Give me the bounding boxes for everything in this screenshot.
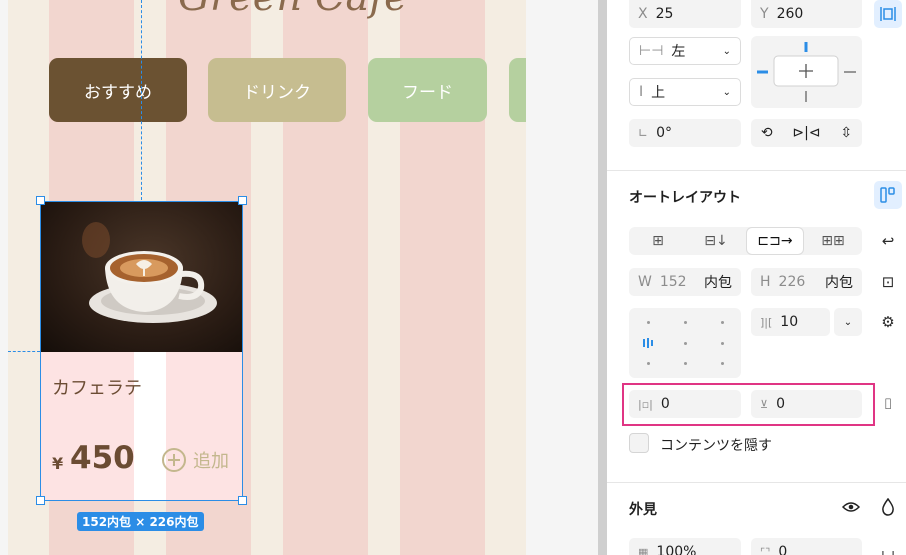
coffee-photo xyxy=(41,202,242,352)
layout-direction-segmented: ⊞ ⊟↓ ⊏⊐→ ⊞⊞ xyxy=(629,227,862,255)
gap-icon: ]|[ xyxy=(760,315,773,329)
width-mode[interactable]: 内包 xyxy=(704,272,732,292)
individual-corners-icon[interactable]: ⌞⌟ xyxy=(874,536,902,555)
resize-handle-top-right[interactable] xyxy=(238,196,247,205)
category-drink[interactable]: ドリンク xyxy=(208,58,346,122)
angle-icon: ∟ xyxy=(638,126,649,140)
vertical-constraint-icon: I xyxy=(639,84,644,100)
layout-free-icon[interactable]: ⊞ xyxy=(629,227,687,255)
align-dot[interactable] xyxy=(647,362,650,365)
drop-icon[interactable] xyxy=(874,493,902,521)
horizontal-constraint-select[interactable]: ⊢⊣ 左 ⌄ xyxy=(629,37,741,65)
height-label: H xyxy=(760,274,771,290)
editor-window: Green Cafe おすすめ ドリンク フード xyxy=(0,0,906,555)
rotate-icon[interactable]: ⟲ xyxy=(761,125,773,141)
resize-handle-bottom-left[interactable] xyxy=(36,496,45,505)
chevron-down-icon: ⌄ xyxy=(722,45,731,57)
constraint-widget[interactable] xyxy=(751,36,862,108)
add-to-cart-button[interactable]: 追加 xyxy=(161,447,229,473)
category-recommended[interactable]: おすすめ xyxy=(49,58,187,122)
align-left-center-active-icon[interactable] xyxy=(642,337,656,349)
width-label: W xyxy=(638,274,652,290)
horizontal-constraint-icon: ⊢⊣ xyxy=(639,43,664,59)
x-position-field[interactable]: X 25 xyxy=(629,0,741,28)
align-dot[interactable] xyxy=(647,321,650,324)
spacing-guide-horizontal xyxy=(8,351,40,352)
flip-horizontal-icon[interactable]: ⊳|⊲ xyxy=(792,125,820,141)
product-price: 450 xyxy=(70,440,135,476)
auto-layout-toggle-icon[interactable] xyxy=(874,181,902,209)
x-value: 25 xyxy=(655,6,674,22)
y-value: 260 xyxy=(776,6,804,22)
gap-field[interactable]: ]|[ 10 xyxy=(751,308,830,336)
brand-logo-text: Green Cafe xyxy=(178,0,408,20)
align-dot[interactable] xyxy=(721,342,724,345)
resize-handle-bottom-right[interactable] xyxy=(238,496,247,505)
appearance-title: 外見 xyxy=(629,502,657,518)
wrap-icon[interactable]: ↩ xyxy=(874,227,902,255)
gap-mode-dropdown[interactable]: ⌄ xyxy=(834,308,862,336)
constraint-diagram-icon xyxy=(757,42,856,102)
spacing-guide-vertical xyxy=(141,0,142,200)
corner-radius-field[interactable]: ⌜⌝ 0 xyxy=(751,538,862,555)
gap-value: 10 xyxy=(780,314,799,330)
clip-content-checkbox[interactable] xyxy=(629,433,649,453)
position-lock-icon[interactable] xyxy=(874,0,902,28)
layout-vertical-icon[interactable]: ⊟↓ xyxy=(687,227,745,255)
y-label: Y xyxy=(760,6,769,22)
height-field[interactable]: H 226 内包 xyxy=(751,268,862,296)
width-field[interactable]: W 152 内包 xyxy=(629,268,741,296)
chevron-down-icon: ⌄ xyxy=(843,316,853,328)
resize-to-fit-icon[interactable]: ⊡ xyxy=(874,268,902,296)
height-value: 226 xyxy=(778,274,806,290)
product-card[interactable]: カフェラテ ¥ 450 追加 xyxy=(40,201,243,501)
align-dot[interactable] xyxy=(684,321,687,324)
align-dot[interactable] xyxy=(684,362,687,365)
rotation-field[interactable]: ∟ 0° xyxy=(629,119,741,147)
transform-buttons: ⟲ ⊳|⊲ ⇳ xyxy=(751,119,862,147)
section-divider xyxy=(607,170,906,171)
auto-layout-title: オートレイアウト xyxy=(629,190,741,206)
alignment-grid[interactable] xyxy=(629,308,741,378)
width-value: 152 xyxy=(659,274,687,290)
layout-settings-icon[interactable]: ⚙ xyxy=(874,308,902,336)
category-partial[interactable] xyxy=(509,58,526,122)
y-position-field[interactable]: Y 260 xyxy=(751,0,862,28)
product-name: カフェラテ xyxy=(52,378,142,399)
plus-circle-icon xyxy=(162,448,186,472)
design-canvas[interactable]: Green Cafe おすすめ ドリンク フード xyxy=(0,0,598,555)
selection-size-badge: 152内包 × 226内包 xyxy=(77,512,204,531)
align-dot[interactable] xyxy=(721,362,724,365)
vertical-constraint-select[interactable]: I 上 ⌄ xyxy=(629,78,741,106)
opacity-field[interactable]: ▦ 100% xyxy=(629,538,741,555)
panel-splitter[interactable] xyxy=(598,0,607,555)
corner-radius-value: 0 xyxy=(778,544,788,555)
add-label: 追加 xyxy=(193,451,229,472)
section-divider xyxy=(607,482,906,483)
vertical-constraint-value: 上 xyxy=(651,85,666,101)
individual-padding-icon[interactable]: ⌷ xyxy=(874,390,902,418)
padding-highlight-box xyxy=(622,383,875,426)
chevron-down-icon: ⌄ xyxy=(722,86,731,98)
corner-radius-icon: ⌜⌝ xyxy=(760,545,771,555)
clip-content-label: コンテンツを隠す xyxy=(660,438,772,454)
x-label: X xyxy=(638,6,648,22)
height-mode[interactable]: 内包 xyxy=(825,272,853,292)
resize-handle-top-left[interactable] xyxy=(36,196,45,205)
horizontal-constraint-value: 左 xyxy=(671,44,686,60)
properties-panel: X 25 Y 260 ⊢⊣ 左 ⌄ I 上 ⌄ ∟ 0° ⟲ ⊳|⊲ ⇳ オート… xyxy=(607,0,906,555)
layout-horizontal-icon[interactable]: ⊏⊐→ xyxy=(746,227,804,255)
currency-symbol: ¥ xyxy=(52,454,64,473)
eye-icon[interactable] xyxy=(837,493,865,521)
opacity-icon: ▦ xyxy=(638,545,649,555)
opacity-value: 100% xyxy=(656,544,697,555)
align-dot[interactable] xyxy=(721,321,724,324)
align-dot[interactable] xyxy=(684,342,687,345)
rotation-value: 0° xyxy=(656,125,672,141)
latte-cup-image xyxy=(82,222,217,323)
category-food[interactable]: フード xyxy=(368,58,487,122)
layout-grid-icon[interactable]: ⊞⊞ xyxy=(804,227,862,255)
flip-vertical-icon[interactable]: ⇳ xyxy=(840,125,852,141)
